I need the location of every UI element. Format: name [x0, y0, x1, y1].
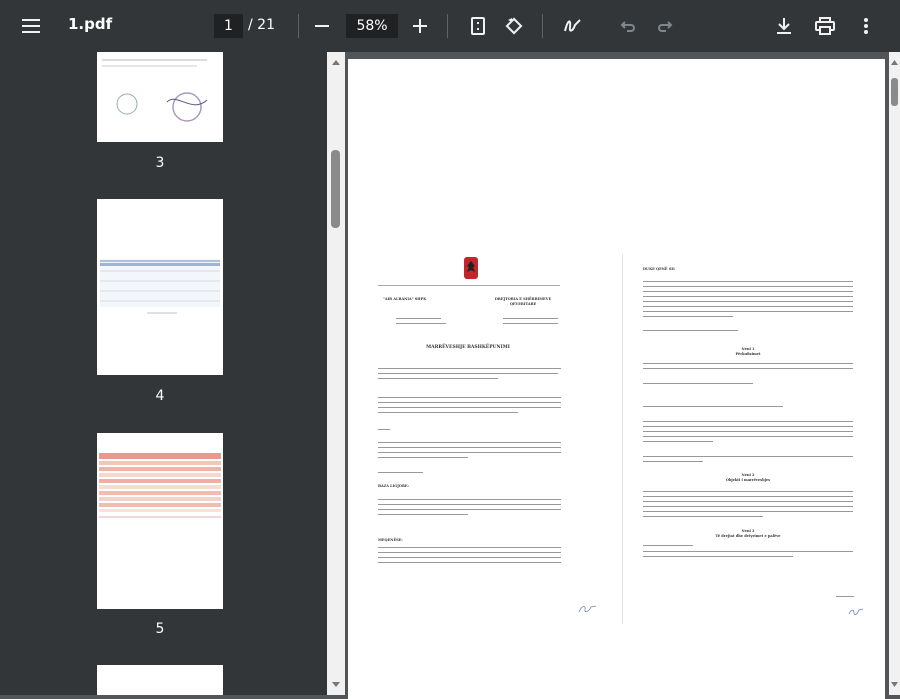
- undo-icon[interactable]: [612, 10, 644, 42]
- print-icon[interactable]: [809, 10, 841, 42]
- more-icon[interactable]: [850, 10, 882, 42]
- page-number-input[interactable]: 1: [214, 14, 243, 38]
- thumbnail-page-label: 4: [155, 388, 165, 404]
- thumbnail-page-5[interactable]: [97, 433, 223, 609]
- signature: [848, 608, 864, 616]
- toolbar-divider: [447, 14, 448, 38]
- hamburger-menu-icon[interactable]: [15, 10, 47, 42]
- signature: [578, 605, 597, 613]
- document-viewer[interactable]: "AIR ALBANIA" SHPK DREJTORIA E SHËRBIMEV…: [345, 52, 889, 699]
- agreement-title: MARRËVESHJE BASHKËPUNIMI: [426, 345, 510, 350]
- toolbar-divider: [542, 14, 543, 38]
- thumbnail-page-6[interactable]: [97, 665, 223, 695]
- thumbnail-sidebar[interactable]: 3 4 5: [0, 52, 327, 695]
- article-2-title: Objekti i marrëveshjes: [725, 478, 771, 482]
- document-scrollbar[interactable]: [889, 52, 900, 695]
- pdf-toolbar: 1.pdf 1 / 21 58%: [0, 0, 900, 52]
- zoom-level-input[interactable]: 58%: [346, 14, 398, 38]
- thumbnail-page-4[interactable]: [97, 199, 223, 375]
- article-1: Neni 1: [741, 347, 755, 351]
- document-title: 1.pdf: [68, 15, 113, 33]
- whereas-heading: DUKE QENË SE:: [643, 267, 676, 271]
- thumbnail-page-3[interactable]: [97, 52, 223, 142]
- article-3-title: Të drejtat dhe detyrimet e palëve: [715, 534, 781, 538]
- article-2: Neni 2: [741, 473, 755, 477]
- thumbnail-page-label: 5: [155, 621, 165, 637]
- article-1-title: Përkufizimet: [735, 352, 761, 356]
- rotate-icon[interactable]: [498, 10, 530, 42]
- org-left: "AIR ALBANIA" SHPK: [383, 297, 427, 301]
- zoom-in-icon[interactable]: [404, 10, 436, 42]
- sidebar-scrollbar[interactable]: [327, 52, 345, 695]
- zoom-out-icon[interactable]: [306, 10, 338, 42]
- toolbar-divider: [298, 14, 299, 38]
- section-legal-basis: BAZA LIGJORE:: [378, 484, 409, 488]
- download-icon[interactable]: [768, 10, 800, 42]
- annotate-icon[interactable]: [557, 10, 589, 42]
- redo-icon[interactable]: [649, 10, 681, 42]
- thumbnail-page-label: 3: [155, 155, 165, 171]
- fit-page-icon[interactable]: [462, 10, 494, 42]
- page-total: / 21: [248, 17, 275, 33]
- article-3: Neni 3: [741, 529, 755, 533]
- albania-emblem: [464, 257, 478, 279]
- pdf-page: "AIR ALBANIA" SHPK DREJTORIA E SHËRBIMEV…: [348, 59, 885, 699]
- section-whereas: MEQENËSE:: [378, 538, 403, 542]
- org-right: DREJTORIA E SHËRBIMEVE QEVERITARE: [494, 297, 552, 306]
